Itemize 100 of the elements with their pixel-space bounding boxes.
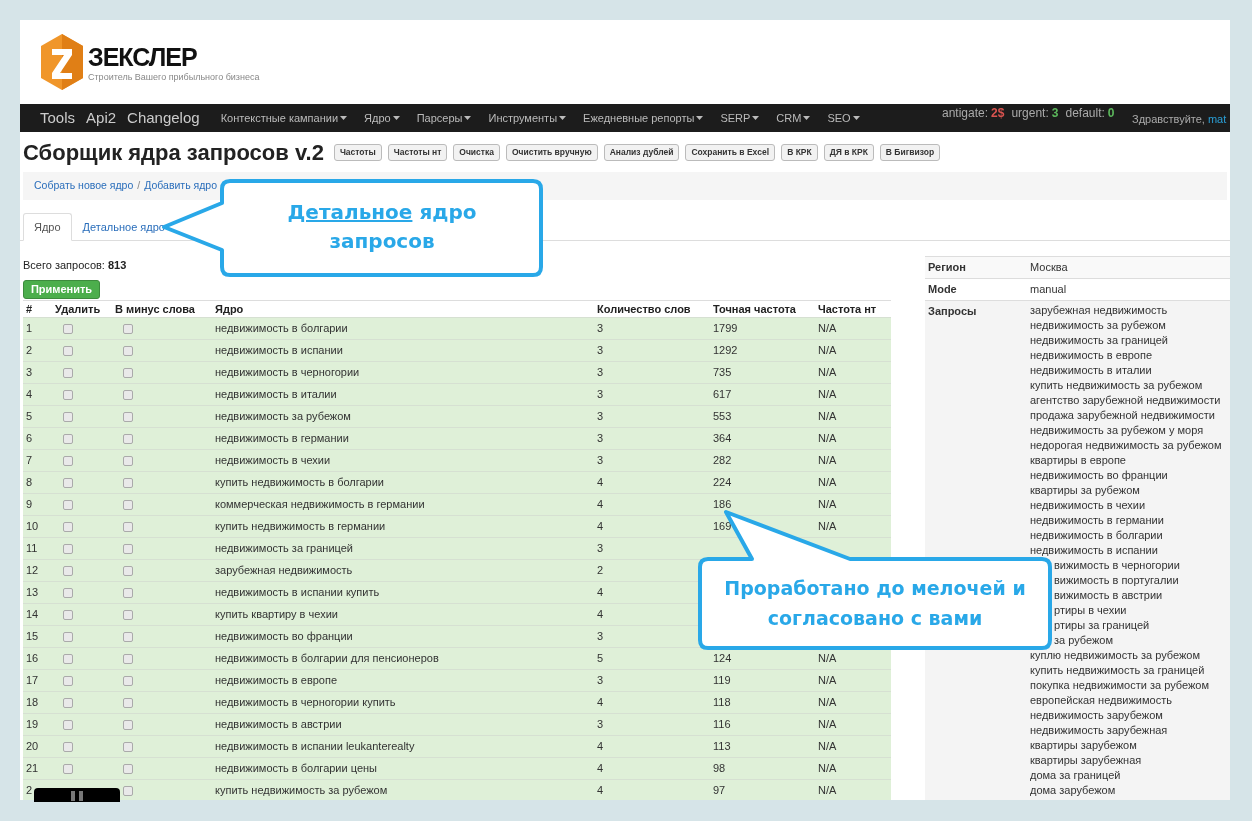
nav-link[interactable]: Api2 <box>84 106 119 130</box>
nav-menu[interactable]: Ядро <box>364 109 400 127</box>
checkbox[interactable] <box>63 345 73 356</box>
query-item: дома зарубежом <box>1030 783 1116 798</box>
nav-menu[interactable]: Ежедневные репорты <box>583 109 704 127</box>
checkbox[interactable] <box>63 653 73 664</box>
media-control[interactable] <box>34 788 120 802</box>
checkbox[interactable] <box>63 367 73 378</box>
nav-link[interactable]: Tools <box>38 106 78 130</box>
nav-link[interactable]: Changelog <box>125 106 202 130</box>
checkbox[interactable] <box>123 389 133 400</box>
checkbox[interactable] <box>123 521 133 532</box>
query-item: недвижимость в италии <box>1030 363 1152 378</box>
checkbox[interactable] <box>123 477 133 488</box>
checkbox[interactable] <box>123 675 133 686</box>
table-cell-text: 3 <box>597 409 604 425</box>
status-label: urgent: <box>1011 105 1049 122</box>
query-item: ртиры за границей <box>1054 618 1150 633</box>
checkbox[interactable] <box>63 499 73 510</box>
checkbox[interactable] <box>63 763 73 774</box>
checkbox[interactable] <box>63 411 73 422</box>
table-cell-text: недвижимость в болгарии <box>215 321 348 337</box>
caret-icon <box>696 116 704 120</box>
breadcrumb-link[interactable]: Добавить ядро <box>144 178 218 194</box>
table-cell-text: купить недвижимость в болгарии <box>215 475 385 491</box>
table-cell-text: 10 <box>25 519 39 535</box>
nav-menu[interactable]: CRM <box>776 109 811 127</box>
table-cell-text: 3 <box>597 673 604 689</box>
nav-menu[interactable]: Инструменты <box>488 109 567 127</box>
table-cell-text: недвижимость в австрии <box>215 717 342 733</box>
tab[interactable]: Ядро <box>23 213 72 241</box>
breadcrumb-link[interactable]: Собрать новое ядро <box>34 178 134 194</box>
action-button[interactable]: ДЯ в КРК <box>823 143 874 161</box>
checkbox[interactable] <box>63 521 73 532</box>
checkbox[interactable] <box>63 323 73 334</box>
checkbox[interactable] <box>123 499 133 510</box>
checkbox[interactable] <box>123 433 133 444</box>
query-item: недвижимость в болгарии <box>1030 528 1163 543</box>
logo-icon <box>40 33 84 91</box>
checkbox[interactable] <box>123 323 133 334</box>
table-cell: N/A <box>818 454 837 467</box>
checkbox[interactable] <box>63 565 73 576</box>
table-cell: N/A <box>818 388 837 401</box>
action-button[interactable]: Анализ дублей <box>603 143 680 161</box>
table-cell-text: 20 <box>25 739 39 755</box>
user-link[interactable]: mat <box>1207 111 1227 128</box>
action-button[interactable]: Очистка <box>453 143 500 161</box>
checkbox[interactable] <box>63 741 73 752</box>
nav-menu[interactable]: SERP <box>720 109 760 127</box>
checkbox[interactable] <box>63 697 73 708</box>
action-button[interactable]: В Бигвизор <box>879 143 941 161</box>
checkbox[interactable] <box>63 631 73 642</box>
table-cell-text: 18 <box>25 695 39 711</box>
checkbox[interactable] <box>123 653 133 664</box>
checkbox[interactable] <box>63 609 73 620</box>
table-cell-text: 4 <box>597 585 604 601</box>
action-button[interactable]: Частоты нт <box>387 143 448 161</box>
nav-menu[interactable]: SEO <box>827 109 860 127</box>
nav-menu[interactable]: Контекстные кампании <box>220 109 348 127</box>
checkbox[interactable] <box>63 587 73 598</box>
table-cell-text: 6 <box>25 431 33 447</box>
table-cell-text: недвижимость в болгарии цены <box>215 761 377 777</box>
action-button[interactable]: Сохранить в Excel <box>685 143 776 161</box>
checkbox[interactable] <box>63 433 73 444</box>
info-value: Москва <box>1030 260 1068 276</box>
tab[interactable]: Детальное ядро <box>71 213 176 241</box>
table-cell: N/A <box>818 432 837 445</box>
checkbox[interactable] <box>123 763 133 774</box>
action-button[interactable]: В КРК <box>781 143 818 161</box>
checkbox[interactable] <box>123 345 133 356</box>
checkbox[interactable] <box>123 411 133 422</box>
table-cell: N/A <box>818 520 837 533</box>
checkbox[interactable] <box>123 609 133 620</box>
checkbox[interactable] <box>123 697 133 708</box>
table-cell-text: 4 <box>597 519 604 535</box>
checkbox[interactable] <box>123 565 133 576</box>
checkbox[interactable] <box>63 477 73 488</box>
table-cell-text: 5 <box>25 409 33 425</box>
nav-menu[interactable]: Парсеры <box>416 109 472 127</box>
checkbox[interactable] <box>123 543 133 554</box>
checkbox[interactable] <box>123 785 133 796</box>
table-cell: N/A <box>818 740 837 753</box>
checkbox[interactable] <box>63 389 73 400</box>
checkbox[interactable] <box>63 719 73 730</box>
table-cell-text: недвижимость за границей <box>215 541 353 557</box>
checkbox[interactable] <box>123 631 133 642</box>
action-button[interactable]: Очистить вручную <box>506 143 598 161</box>
checkbox[interactable] <box>63 675 73 686</box>
checkbox[interactable] <box>123 741 133 752</box>
column-header: В минус слова <box>115 301 196 317</box>
checkbox[interactable] <box>123 587 133 598</box>
checkbox[interactable] <box>123 367 133 378</box>
caret-icon <box>464 116 472 120</box>
action-button[interactable]: Частоты <box>333 143 382 161</box>
checkbox[interactable] <box>63 543 73 554</box>
checkbox[interactable] <box>123 719 133 730</box>
total-count: Всего запросов: 813 <box>23 258 128 271</box>
checkbox[interactable] <box>123 455 133 466</box>
checkbox[interactable] <box>63 455 73 466</box>
table-cell-text: недвижимость в черногории купить <box>215 695 396 711</box>
